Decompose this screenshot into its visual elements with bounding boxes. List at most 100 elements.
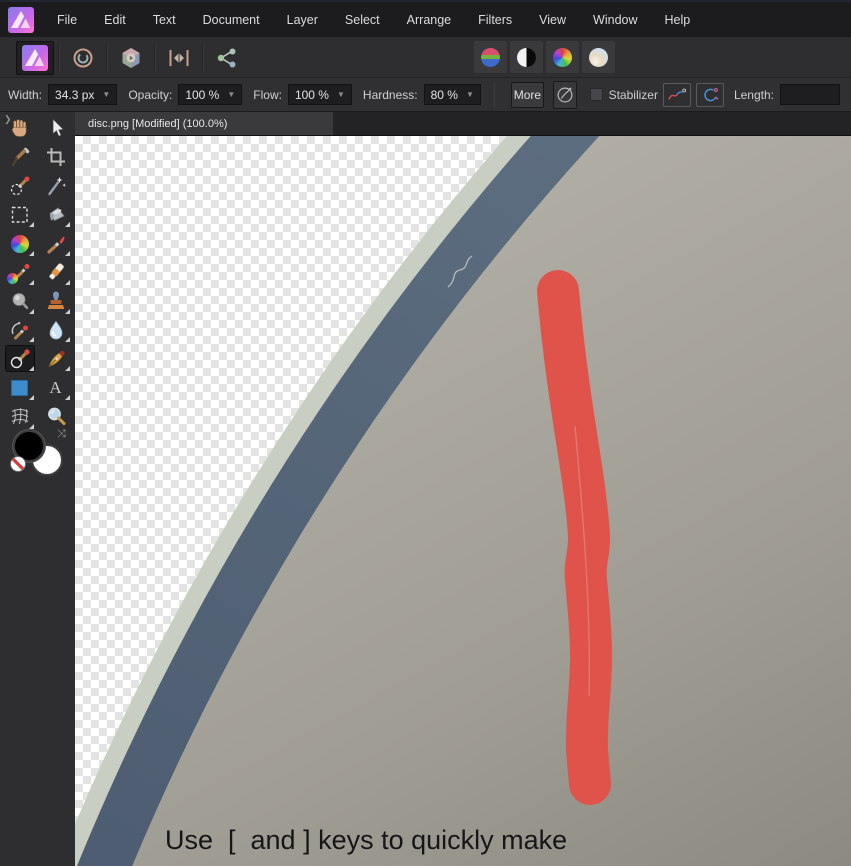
menu-text[interactable]: Text: [151, 10, 178, 30]
tool-flyout-indicator: [29, 309, 34, 314]
document-canvas[interactable]: Use [ and ] keys to quickly make the bru…: [75, 135, 851, 866]
eraser-icon: [45, 261, 67, 283]
crop-icon: [45, 146, 67, 168]
zoom-tool[interactable]: [41, 403, 71, 430]
tool-flyout-indicator: [29, 366, 34, 371]
clone-stamp-tool[interactable]: [41, 288, 71, 315]
color-well: ⤨: [10, 428, 70, 480]
text-tool[interactable]: A: [41, 374, 71, 401]
paint-brush-tool[interactable]: [41, 230, 71, 257]
flood-fill-tool[interactable]: [41, 201, 71, 228]
dodge-brush-tool[interactable]: [5, 288, 35, 315]
menu-file[interactable]: File: [55, 10, 79, 30]
toolbar-separator: [58, 43, 60, 71]
tool-flyout-indicator: [65, 395, 70, 400]
pen-tool[interactable]: [41, 345, 71, 372]
menu-layer[interactable]: Layer: [285, 10, 320, 30]
window-stabilizer-icon: [699, 86, 721, 104]
auto-colours-button[interactable]: [546, 41, 579, 73]
auto-white-balance-button[interactable]: [582, 41, 615, 73]
color-picker-tool[interactable]: [5, 144, 35, 171]
tone-mapping-persona-button[interactable]: [160, 41, 198, 75]
width-field[interactable]: 34.3 px ▼: [48, 84, 117, 105]
auto-white-balance-icon: [589, 48, 608, 67]
rectangle-tool[interactable]: [5, 374, 35, 401]
chevron-down-icon[interactable]: ▼: [94, 90, 110, 99]
tone-mapping-persona-icon: [166, 45, 192, 71]
auto-contrast-button[interactable]: [510, 41, 543, 73]
paint-bucket-icon: [45, 204, 67, 226]
chevron-down-icon[interactable]: ▼: [458, 90, 474, 99]
canvas-annotation: Use [ and ] keys to quickly make the bru…: [165, 753, 567, 866]
text-tool-icon: A: [49, 379, 61, 396]
paint-brush-icon: [45, 233, 67, 255]
menu-arrange[interactable]: Arrange: [405, 10, 453, 30]
chevron-down-icon[interactable]: ▼: [219, 90, 235, 99]
auto-levels-button[interactable]: [474, 41, 507, 73]
stabilizer-checkbox[interactable]: [590, 88, 603, 101]
photo-persona-button[interactable]: [16, 41, 54, 75]
brush-editor-button[interactable]: [553, 81, 577, 109]
magnifier-icon: [45, 405, 67, 427]
flow-field[interactable]: 100 % ▼: [288, 84, 352, 105]
window-stabilizer-toggle[interactable]: [696, 83, 724, 107]
paint-mixer-brush-tool[interactable]: [5, 345, 35, 372]
no-color-swatch[interactable]: [10, 456, 26, 472]
liquify-persona-button[interactable]: [64, 41, 102, 75]
smudge-tool[interactable]: [5, 316, 35, 343]
erase-tool[interactable]: [41, 259, 71, 286]
document-tab[interactable]: disc.png [Modified] (100.0%): [75, 112, 333, 135]
marquee-icon: [9, 204, 31, 226]
menu-window[interactable]: Window: [591, 10, 639, 30]
develop-persona-button[interactable]: [112, 41, 150, 75]
rope-stabilizer-toggle[interactable]: [663, 83, 691, 107]
more-button-label: More: [514, 88, 541, 102]
menu-edit[interactable]: Edit: [102, 10, 128, 30]
menu-filters[interactable]: Filters: [476, 10, 514, 30]
document-tab-title: disc.png [Modified] (100.0%): [88, 118, 227, 130]
selection-brush-tool[interactable]: [5, 172, 35, 199]
context-toolbar: Width: 34.3 px ▼ Opacity: 100 % ▼ Flow: …: [0, 78, 851, 112]
clone-stamp-icon: [45, 290, 67, 312]
affinity-photo-window: File Edit Text Document Layer Select Arr…: [0, 0, 851, 866]
length-field[interactable]: [780, 84, 840, 105]
opacity-field[interactable]: 100 % ▼: [178, 84, 242, 105]
length-label: Length:: [734, 88, 774, 102]
cursor-icon: [45, 117, 67, 139]
flood-select-tool[interactable]: [41, 172, 71, 199]
more-button[interactable]: More: [511, 82, 543, 108]
tool-flyout-indicator: [65, 309, 70, 314]
hardness-label: Hardness:: [363, 88, 418, 102]
color-replacement-brush-tool[interactable]: [5, 259, 35, 286]
export-persona-button[interactable]: [208, 41, 246, 75]
gradient-tool[interactable]: [5, 230, 35, 257]
toolbar-separator: [494, 82, 495, 108]
mesh-warp-tool[interactable]: [5, 403, 35, 430]
chevron-down-icon[interactable]: ▼: [329, 90, 345, 99]
tool-flyout-indicator: [65, 222, 70, 227]
swap-colors-icon[interactable]: ⤨: [57, 428, 66, 441]
crop-tool[interactable]: [41, 144, 71, 171]
opacity-label: Opacity:: [128, 88, 172, 102]
marquee-select-tool[interactable]: [5, 201, 35, 228]
auto-levels-icon: [481, 48, 500, 67]
rope-stabilizer-icon: [666, 86, 688, 104]
menu-help[interactable]: Help: [663, 10, 693, 30]
tool-flyout-indicator: [29, 222, 34, 227]
smudge-brush-icon: [9, 319, 31, 341]
hardness-field[interactable]: 80 % ▼: [424, 84, 481, 105]
menu-bar: File Edit Text Document Layer Select Arr…: [0, 0, 851, 37]
document-tab-bar: disc.png [Modified] (100.0%): [75, 112, 851, 135]
brush-circle-icon: [554, 84, 576, 106]
menu-view[interactable]: View: [537, 10, 568, 30]
width-value: 34.3 px: [55, 88, 94, 102]
menu-select[interactable]: Select: [343, 10, 382, 30]
menu-document[interactable]: Document: [201, 10, 262, 30]
eyedropper-icon: [9, 146, 31, 168]
view-tool[interactable]: [5, 115, 35, 142]
blur-tool[interactable]: [41, 316, 71, 343]
menu-items: File Edit Text Document Layer Select Arr…: [55, 10, 715, 30]
tool-flyout-indicator: [29, 395, 34, 400]
tool-flyout-indicator: [65, 337, 70, 342]
move-tool[interactable]: [41, 115, 71, 142]
